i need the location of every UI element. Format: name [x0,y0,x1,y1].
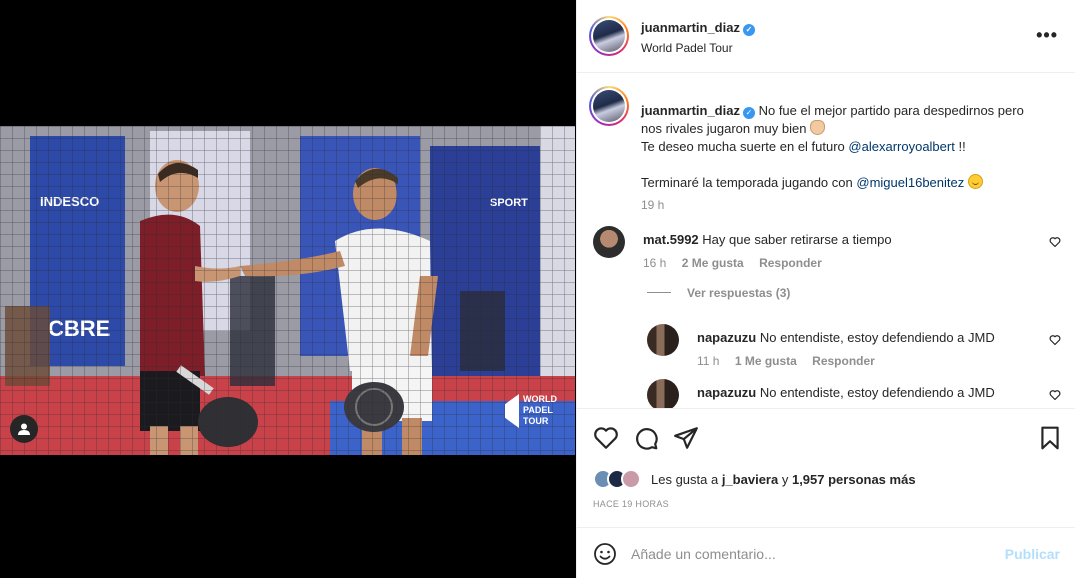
post-media: INDESCO CBRE SPORT [0,0,575,578]
comment-input[interactable] [631,542,991,566]
like-reply-heart-icon[interactable] [1049,389,1061,401]
like-reply-heart-icon[interactable] [1049,334,1061,346]
replier-avatar[interactable] [647,324,679,356]
likes-prefix: Les gusta a [651,471,719,487]
caption-line-3: Terminaré la temporada jugando con [641,175,853,190]
reply-button[interactable]: Responder [759,256,822,270]
caption-author-avatar[interactable] [589,86,629,126]
save-bookmark-icon[interactable] [1037,425,1063,451]
commenter-avatar[interactable] [593,226,625,258]
share-paper-plane-icon[interactable] [673,425,699,451]
view-replies-button[interactable]: Ver respuestas (3) [647,286,790,300]
replier-avatar[interactable] [647,379,679,408]
caption-body: juanmartin_diaz ✓ No fue el mejor partido… [641,102,1041,192]
reply-username[interactable]: napazuzu [697,330,756,345]
world-padel-tour-logo: WORLD PADEL TOUR [505,390,565,432]
comments-section[interactable]: juanmartin_diaz ✓ No fue el mejor partido… [577,74,1075,408]
reply-text: No entendiste, estoy defendiendo a JMD [759,330,995,345]
reply-text-row: napazuzu No entendiste, estoy defendiend… [697,385,995,400]
comment-item: mat.5992 Hay que saber retirarse a tiemp… [593,226,1063,276]
comment-text-row: mat.5992 Hay que saber retirarse a tiemp… [643,232,892,247]
comment-time[interactable]: 16 h [643,256,666,270]
watermark-text: WORLD PADEL TOUR [523,394,557,426]
comment-bubble-icon[interactable] [633,425,659,451]
like-heart-icon[interactable] [593,425,619,451]
reply-text: No entendiste, estoy defendiendo a JMD [759,385,995,400]
author-avatar[interactable] [589,16,629,56]
like-comment-heart-icon[interactable] [1049,236,1061,248]
smiling-face-emoji-icon [967,174,983,189]
add-comment-bar: Publicar [577,527,1075,578]
post-header: juanmartin_diaz ✓ World Padel Tour ••• [577,0,1075,73]
user-icon [18,423,30,435]
post-photo[interactable]: INDESCO CBRE SPORT [0,126,575,455]
likes-middle: y [781,471,789,487]
verified-badge-icon: ✓ [742,24,755,36]
reply-text-row: napazuzu No entendiste, estoy defendiend… [697,330,995,345]
mention-link[interactable]: @alexarroyoalbert [848,139,954,154]
caption-line-2-suffix: !! [958,139,966,154]
author-username[interactable]: juanmartin_diaz [641,20,740,35]
reply-meta: 11 h 1 Me gusta Responder [697,354,887,368]
publish-button[interactable]: Publicar [1005,546,1060,562]
avatar [621,469,641,489]
reply-item: napazuzu No entendiste, estoy defendiend… [647,324,1063,374]
reply-time[interactable]: 11 h [697,354,719,368]
comment-meta: 16 h 2 Me gusta Responder [643,256,834,270]
post-actions: Les gusta a j_baviera y 1,957 personas m… [577,408,1075,526]
likes-summary[interactable]: Les gusta a j_baviera y 1,957 personas m… [593,467,916,491]
likes-count[interactable]: 1,957 personas más [792,472,916,487]
clapping-hands-emoji-icon [810,120,826,135]
reply-likes[interactable]: 1 Me gusta [735,354,797,368]
mention-link[interactable]: @miguel16benitez [856,175,964,190]
comment-text: Hay que saber retirarse a tiempo [702,232,892,247]
reply-button[interactable]: Responder [812,354,875,368]
more-options-icon[interactable]: ••• [1036,26,1058,44]
post-time-ago[interactable]: HACE 19 HORAS [593,499,669,509]
liker-avatars [593,469,641,489]
caption-time[interactable]: 19 h [641,198,664,212]
author-username-link[interactable]: juanmartin_diaz ✓ [641,20,755,36]
tagged-users-button[interactable] [10,415,38,443]
reply-item: napazuzu No entendiste, estoy defendiend… [647,379,1063,408]
verified-badge-icon: ✓ [742,107,755,119]
comment-likes[interactable]: 2 Me gusta [682,256,744,270]
caption-line-2: Te deseo mucha suerte en el futuro [641,139,845,154]
likes-text: Les gusta a j_baviera y 1,957 personas m… [651,472,916,487]
emoji-picker-icon[interactable] [593,542,617,566]
location-link[interactable]: World Padel Tour [641,41,733,55]
post-side-panel: juanmartin_diaz ✓ World Padel Tour ••• ju… [576,0,1075,578]
liker-username[interactable]: j_baviera [722,472,778,487]
comment-username[interactable]: mat.5992 [643,232,699,247]
caption-username[interactable]: juanmartin_diaz [641,103,740,118]
reply-username[interactable]: napazuzu [697,385,756,400]
view-replies-label[interactable]: Ver respuestas (3) [687,286,790,300]
replies-divider [647,292,671,293]
